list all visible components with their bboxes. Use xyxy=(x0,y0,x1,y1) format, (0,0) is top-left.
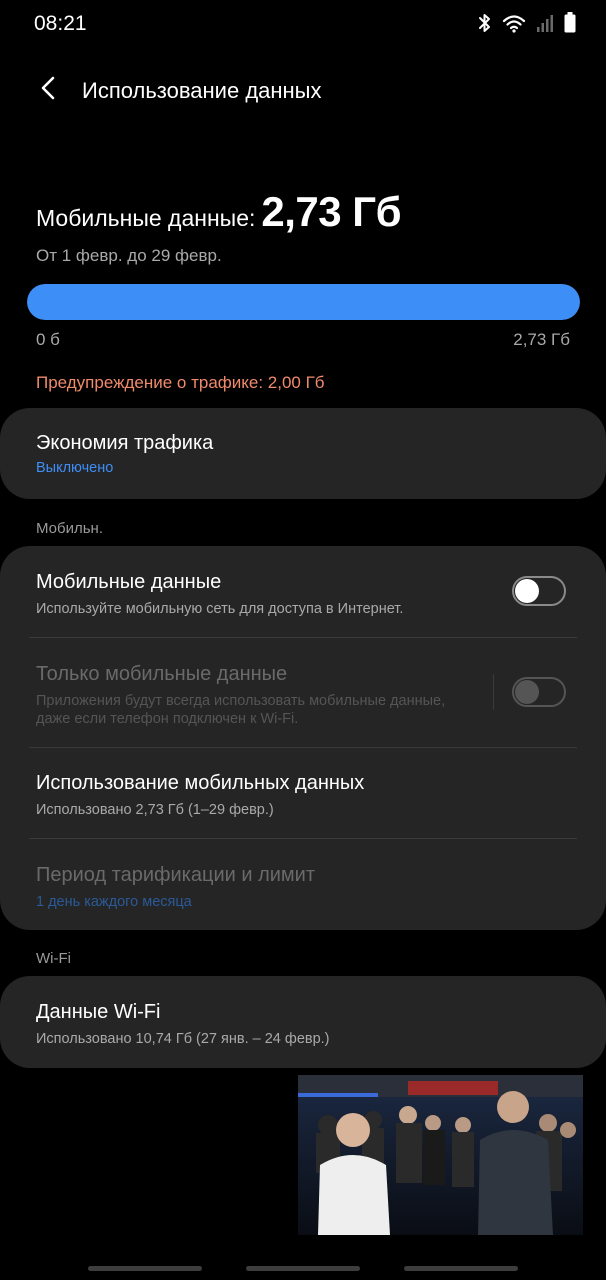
mobile-data-title: Мобильные данные xyxy=(36,571,222,593)
mobile-usage-subtitle: Использовано 2,73 Гб (1–29 февр.) xyxy=(36,802,274,818)
usage-line: Мобильные данные: 2,73 Гб xyxy=(36,188,580,236)
mobile-section-header: Мобильн. xyxy=(36,520,103,537)
page-title: Использование данных xyxy=(82,78,322,103)
toggle-knob xyxy=(515,680,539,704)
wifi-data-title: Данные Wi-Fi xyxy=(36,1001,161,1023)
wifi-data-subtitle: Использовано 10,74 Гб (27 янв. – 24 февр… xyxy=(36,1031,330,1047)
usage-period: От 1 февр. до 29 февр. xyxy=(36,246,222,265)
toggle-knob xyxy=(515,579,539,603)
vertical-separator xyxy=(493,674,494,710)
app-header: Использование данных xyxy=(0,70,606,110)
pip-video-frame xyxy=(298,1075,583,1235)
traffic-warning: Предупреждение о трафике: 2,00 Гб xyxy=(36,373,325,392)
bluetooth-icon xyxy=(478,13,492,33)
billing-period-subtitle: 1 день каждого месяца xyxy=(36,894,192,910)
bar-min-label: 0 б xyxy=(36,330,60,349)
billing-period-title: Период тарификации и лимит xyxy=(36,864,316,886)
mobile-only-toggle xyxy=(512,677,566,707)
data-saver-card: Экономия трафика Выключено xyxy=(0,408,606,499)
usage-summary: Мобильные данные: 2,73 Гб От 1 февр. до … xyxy=(36,188,580,266)
mobile-card: Мобильные данные Используйте мобильную с… xyxy=(0,546,606,930)
nav-home-hint[interactable] xyxy=(246,1266,360,1271)
usage-value: 2,73 Гб xyxy=(261,188,402,235)
battery-icon xyxy=(564,12,576,33)
divider xyxy=(29,838,577,839)
wifi-section-header: Wi-Fi xyxy=(36,950,71,967)
mobile-only-title: Только мобильные данные xyxy=(36,663,288,685)
mobile-usage-title: Использование мобильных данных xyxy=(36,772,365,794)
nav-recents-hint[interactable] xyxy=(88,1266,202,1271)
mobile-usage-row[interactable]: Использование мобильных данных Использов… xyxy=(0,772,606,819)
billing-period-row: Период тарификации и лимит 1 день каждог… xyxy=(0,864,606,911)
wifi-card: Данные Wi-Fi Использовано 10,74 Гб (27 я… xyxy=(0,976,606,1068)
mobile-only-subtitle: Приложения будут всегда использовать моб… xyxy=(36,693,446,727)
bar-max-label: 2,73 Гб xyxy=(513,330,570,349)
mobile-data-toggle[interactable] xyxy=(512,576,566,606)
back-arrow-icon xyxy=(40,76,56,105)
usage-progress-bar xyxy=(27,284,580,320)
signal-icon xyxy=(536,13,554,33)
divider xyxy=(29,637,577,638)
usage-progress-fill xyxy=(27,284,580,320)
status-icons xyxy=(478,12,576,33)
status-time: 08:21 xyxy=(34,12,87,35)
data-usage-screen: 08:21 Использование данных Мобильные дан… xyxy=(0,0,606,1280)
mobile-data-subtitle: Используйте мобильную сеть для доступа в… xyxy=(36,601,404,617)
wifi-icon xyxy=(502,13,526,33)
nav-back-hint[interactable] xyxy=(404,1266,518,1271)
wifi-data-row[interactable]: Данные Wi-Fi Использовано 10,74 Гб (27 я… xyxy=(0,1001,606,1048)
data-saver-status: Выключено xyxy=(36,460,114,476)
data-saver-row[interactable]: Экономия трафика Выключено xyxy=(0,432,606,477)
pip-video-window[interactable] xyxy=(298,1075,583,1235)
data-saver-title: Экономия трафика xyxy=(36,432,214,454)
back-button[interactable] xyxy=(30,70,66,110)
status-bar: 08:21 xyxy=(0,0,606,48)
divider xyxy=(29,747,577,748)
usage-label: Мобильные данные: xyxy=(36,205,256,231)
